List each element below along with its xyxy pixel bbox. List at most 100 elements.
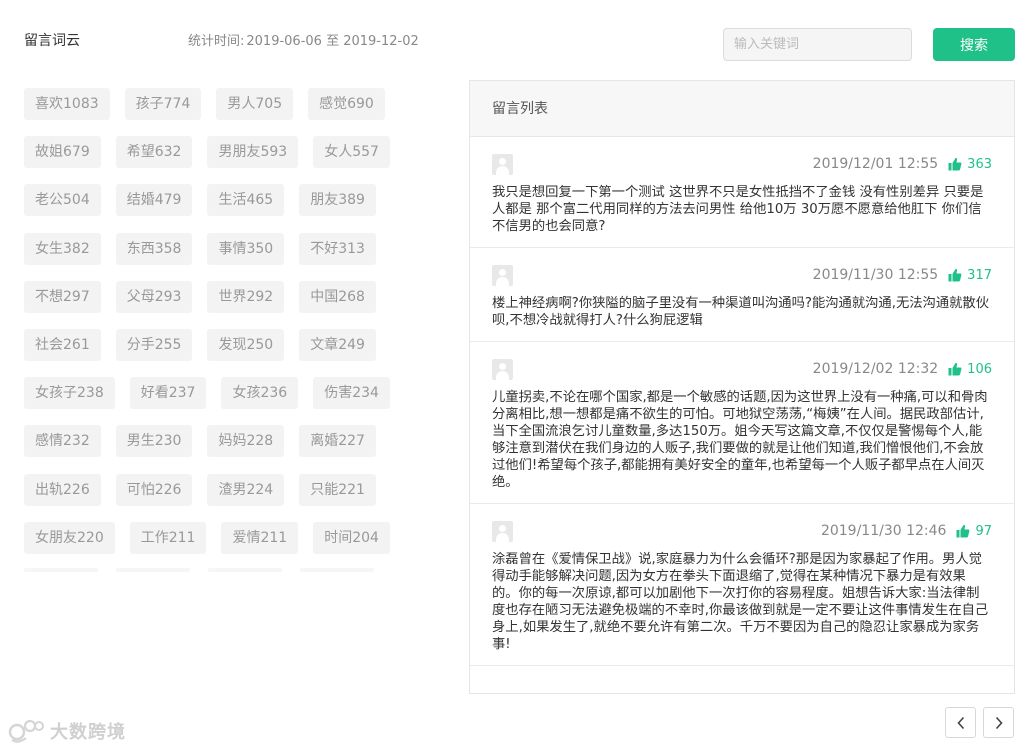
thumbs-up-icon: [956, 524, 970, 538]
chevron-right-icon: [995, 716, 1003, 729]
word-tag[interactable]: 男朋友593: [207, 136, 299, 169]
avatar-icon: [492, 154, 513, 175]
word-tag[interactable]: 喜欢1083: [24, 88, 110, 120]
avatar-icon: [492, 521, 513, 542]
page-title: 留言词云: [24, 33, 80, 49]
word-cloud-row: 女生382 东西358 事情350 不好313: [24, 232, 444, 265]
search-button[interactable]: 搜索: [933, 28, 1015, 61]
comment-time: 2019/11/30 12:46: [820, 523, 947, 539]
watermark-logo-icon: [8, 719, 44, 743]
word-tag[interactable]: 工作211: [129, 521, 207, 554]
word-tag[interactable]: 结婚479: [115, 184, 193, 217]
word-tag[interactable]: 妈妈228: [207, 425, 285, 458]
comment-panel: 留言列表 2019/12/01 12:55 363 我只是想回复一下第一个测试 这世…: [469, 80, 1015, 694]
comment-time: 2019/11/30 12:55: [812, 267, 939, 283]
thumbs-up-icon: [948, 157, 962, 171]
comment-list[interactable]: 2019/12/01 12:55 363 我只是想回复一下第一个测试 这世界不只是女…: [470, 137, 1014, 666]
comment-item: 2019/11/30 12:55 317 楼上神经病啊?你狭隘的脑子里没有一种渠道叫…: [470, 248, 1014, 342]
comment-text: 儿童拐卖,不论在哪个国家,都是一个敏感的话题,因为这世界上没有一种痛,可以和骨肉…: [492, 390, 988, 490]
watermark-text: 大数跨境: [50, 722, 126, 743]
word-tag[interactable]: 不想297: [24, 280, 101, 313]
word-tag[interactable]: 女孩子238: [24, 377, 115, 410]
word-tag[interactable]: 出轨226: [24, 473, 101, 506]
word-tag[interactable]: 渣男224: [207, 473, 285, 506]
stats-period: 统计时间: 2019-06-06 至 2019-12-02: [188, 30, 419, 49]
word-tag[interactable]: 好看237: [129, 377, 207, 410]
comment-item: 2019/12/02 12:32 106 儿童拐卖,不论在哪个国家,都是一个敏感的话…: [470, 342, 1014, 504]
comment-item: 2019/12/01 12:55 363 我只是想回复一下第一个测试 这世界不只是女…: [470, 137, 1014, 248]
comment-meta: 2019/11/30 12:55 317: [813, 267, 992, 283]
word-tag[interactable]: 父母293: [115, 280, 193, 313]
word-cloud-row: 故姐679 希望632 男朋友593 女人557: [24, 136, 444, 169]
word-cloud-fade: [24, 568, 404, 574]
word-tag[interactable]: 事情350: [207, 232, 285, 265]
word-tag[interactable]: 女朋友220: [24, 521, 115, 554]
word-tag[interactable]: 伤害234: [313, 377, 390, 410]
word-tag[interactable]: 文章249: [299, 328, 376, 361]
comment-header: 2019/11/30 12:55 317: [492, 248, 992, 295]
search-input[interactable]: [723, 28, 912, 61]
word-cloud-row: 出轨226 可怕226 渣男224 只能221: [24, 473, 444, 506]
word-tag[interactable]: 故姐679: [24, 136, 101, 169]
stats-label: 统计时间:: [188, 34, 245, 49]
like-count: 317: [967, 267, 992, 283]
avatar-icon: [492, 265, 513, 286]
comment-meta: 2019/12/01 12:55 363: [813, 156, 992, 172]
comment-header: 2019/11/30 12:46 97: [492, 504, 992, 551]
word-cloud-row: 感情232 男生230 妈妈228 离婚227: [24, 425, 444, 458]
comment-header: 2019/12/01 12:55 363: [492, 137, 992, 184]
chevron-left-icon: [956, 716, 964, 729]
word-tag[interactable]: 离婚227: [299, 425, 376, 458]
word-tag[interactable]: 世界292: [207, 280, 285, 313]
word-cloud-row: 老公504 结婚479 生活465 朋友389: [24, 184, 444, 217]
word-tag[interactable]: 感觉690: [308, 88, 385, 120]
word-cloud: 喜欢1083 孩子774 男人705 感觉690 故姐679 希望632 男朋友593 女人5…: [24, 88, 444, 570]
word-tag[interactable]: 中国268: [299, 280, 376, 313]
comment-text: 我只是想回复一下第一个测试 这世界不只是女性抵挡不了金钱 没有性别差异 只要是人…: [492, 185, 984, 234]
word-tag[interactable]: 分手255: [115, 328, 193, 361]
comment-text: 楼上神经病啊?你狭隘的脑子里没有一种渠道叫沟通吗?能沟通就沟通,无法沟通就散伙呗…: [492, 296, 990, 328]
word-tag[interactable]: 爱情211: [221, 521, 299, 554]
word-cloud-row: 社会261 分手255 发现250 文章249: [24, 328, 444, 361]
stats-range: 2019-06-06 至 2019-12-02: [246, 34, 419, 49]
word-tag[interactable]: 发现250: [207, 328, 285, 361]
pager-next-button[interactable]: [983, 707, 1014, 738]
word-tag[interactable]: 女孩236: [221, 377, 299, 410]
word-tag[interactable]: 孩子774: [124, 88, 202, 120]
word-tag[interactable]: 可怕226: [115, 473, 193, 506]
word-tag[interactable]: 不好313: [299, 232, 376, 265]
word-cloud-row: 女孩子238 好看237 女孩236 伤害234: [24, 377, 444, 410]
comment-header: 2019/12/02 12:32 106: [492, 342, 992, 389]
comment-meta: 2019/12/02 12:32 106: [813, 361, 992, 377]
word-tag[interactable]: 男人705: [216, 88, 294, 120]
word-tag[interactable]: 社会261: [24, 328, 101, 361]
word-tag[interactable]: 女生382: [24, 232, 101, 265]
avatar-icon: [492, 359, 513, 380]
pager-prev-button[interactable]: [945, 707, 976, 738]
word-tag[interactable]: 老公504: [24, 184, 101, 217]
comment-meta: 2019/11/30 12:46 97: [821, 523, 992, 539]
thumbs-up-icon: [948, 362, 962, 376]
word-tag[interactable]: 朋友389: [299, 184, 376, 217]
word-tag[interactable]: 时间204: [313, 521, 390, 554]
comment-time: 2019/12/01 12:55: [812, 156, 939, 172]
word-tag[interactable]: 东西358: [115, 232, 193, 265]
word-tag[interactable]: 女人557: [313, 136, 390, 169]
word-tag[interactable]: 男生230: [115, 425, 193, 458]
like-count: 363: [967, 156, 992, 172]
like-count: 106: [967, 361, 992, 377]
word-cloud-row: 女朋友220 工作211 爱情211 时间204: [24, 521, 444, 554]
like-count: 97: [975, 523, 992, 539]
word-cloud-row: 不想297 父母293 世界292 中国268: [24, 280, 444, 313]
word-tag[interactable]: 生活465: [207, 184, 285, 217]
watermark: 大数跨境: [8, 718, 126, 744]
comment-time: 2019/12/02 12:32: [812, 361, 939, 377]
comment-panel-title: 留言列表: [470, 81, 1014, 137]
word-tag[interactable]: 感情232: [24, 425, 101, 458]
thumbs-up-icon: [948, 268, 962, 282]
word-tag[interactable]: 只能221: [299, 473, 376, 506]
word-cloud-row: 喜欢1083 孩子774 男人705 感觉690: [24, 88, 444, 120]
comment-item: 2019/11/30 12:46 97 涂磊曾在《爱情保卫战》说,家庭暴力为什么会循…: [470, 504, 1014, 666]
comment-text: 涂磊曾在《爱情保卫战》说,家庭暴力为什么会循环?那是因为家暴起了作用。男人觉得动…: [492, 552, 989, 652]
word-tag[interactable]: 希望632: [115, 136, 193, 169]
